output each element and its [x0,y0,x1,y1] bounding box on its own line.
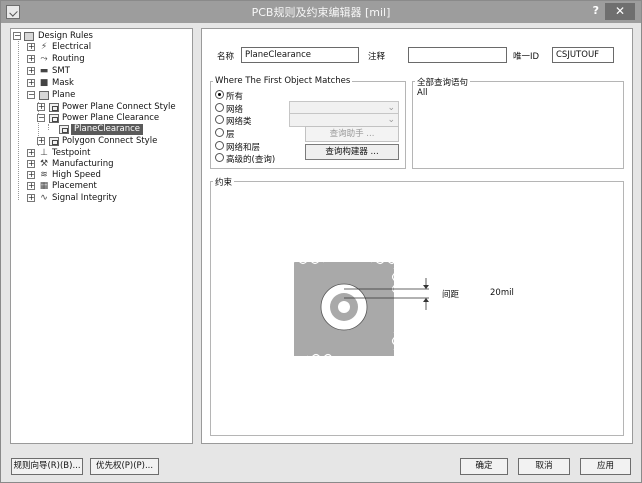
unique-id-label: 唯一ID [513,52,540,62]
plane-icon [39,91,49,100]
tree-item-label: Placement [52,181,97,191]
full-query-title: 全部查询语句 [415,76,471,88]
manufacturing-icon: ⚒ [39,159,49,169]
collapse-icon[interactable]: − [13,32,21,40]
rule-icon [49,137,59,146]
tree-item-label: Manufacturing [52,159,114,169]
electrical-icon: ⚡ [40,42,48,52]
selected-rule-label: PlaneClearance [71,124,144,135]
rule-icon [49,103,59,112]
match-layer-label: 层 [226,130,235,140]
chevron-down-icon: ⌄ [387,115,395,125]
expand-icon[interactable]: + [27,43,35,51]
signal-integrity-icon: ∿ [40,193,48,203]
tree-item-label: Routing [52,54,85,64]
rule-wizard-button[interactable]: 规则向导(R)(B)... [11,458,83,475]
collapse-icon[interactable]: − [37,114,45,122]
name-field[interactable]: PlaneClearance [241,47,359,63]
query-builder-button[interactable]: 查询构建器 ... [305,144,399,160]
smt-icon: ▬ [39,66,49,76]
match-group: Where The First Object Matches 所有 网络 ⌄ 网… [210,76,406,169]
match-layer-radio[interactable] [215,128,224,137]
match-net-class-label: 网络类 [226,117,252,127]
full-query-text: All [417,88,428,98]
expand-icon[interactable]: + [27,79,35,87]
expand-icon[interactable]: + [37,103,45,111]
tree-item-label: High Speed [52,170,101,180]
net-class-select[interactable]: ⌄ [289,113,399,127]
mask-icon: ■ [39,78,49,88]
collapse-icon[interactable]: − [27,91,35,99]
clearance-label: 间距 [442,290,460,300]
full-query-group: 全部查询语句 All [412,76,624,169]
expand-icon[interactable]: + [37,137,45,145]
arrowhead-up-icon [423,298,429,302]
tree-item-label: Mask [52,78,74,88]
high-speed-icon: ≋ [40,170,48,180]
title-bar: PCB规则及约束编辑器 [mil] ? ✕ [1,1,641,23]
tree-item-label: Electrical [52,42,92,52]
tree-item-label: Polygon Connect Style [62,136,158,146]
folder-icon [24,32,34,41]
tree-item-label: Testpoint [52,148,91,158]
expand-icon[interactable]: + [27,194,35,202]
priority-button[interactable]: 优先权(P)(P)... [90,458,159,475]
cancel-button[interactable]: 取消 [518,458,570,475]
expand-icon[interactable]: + [27,182,35,190]
chevron-down-icon: ⌄ [387,103,395,113]
tree-item-label: Power Plane Connect Style [62,102,176,112]
expand-icon[interactable]: + [27,160,35,168]
via-hole [338,301,350,313]
close-button[interactable]: ✕ [605,3,635,20]
plane-clearance-diagram [293,259,429,359]
match-net-and-layer-label: 网络和层 [226,143,261,153]
placement-icon: ▦ [39,181,49,191]
tree-root-label: Design Rules [38,31,93,41]
match-net-label: 网络 [226,105,244,115]
clearance-value[interactable]: 20mil [490,288,514,298]
apply-button[interactable]: 应用 [580,458,631,475]
comment-label: 注释 [368,52,386,62]
rule-icon [59,125,69,134]
testpoint-icon: ⊥ [40,148,48,158]
rule-detail-panel: 名称 PlaneClearance 注释 唯一ID CSJUTOUF Where… [201,28,633,444]
query-helper-button[interactable]: 查询助手 ... [305,126,399,142]
match-net-radio[interactable] [215,103,224,112]
unique-id-field[interactable]: CSJUTOUF [552,47,614,63]
rule-icon [49,114,59,123]
match-net-class-radio[interactable] [215,115,224,124]
arrowhead-down-icon [423,285,429,289]
expand-icon[interactable]: + [27,171,35,179]
rule-tree: − Design Rules + ⚡ Electrical + ⤳ Routin… [10,28,193,444]
expand-icon[interactable]: + [27,55,35,63]
window-title: PCB规则及约束编辑器 [mil] [251,6,391,19]
tree-item-label: Signal Integrity [52,193,117,203]
match-net-and-layer-radio[interactable] [215,141,224,150]
tree-item-label: Power Plane Clearance [62,113,160,123]
tree-item-label: SMT [52,66,70,76]
match-all-radio[interactable] [215,90,224,99]
tree-item-label: Plane [52,90,76,100]
rule-editor-window: PCB规则及约束编辑器 [mil] ? ✕ − Design Rules + ⚡… [0,0,642,483]
ok-button[interactable]: 确定 [460,458,508,475]
routing-icon: ⤳ [40,54,48,64]
match-all-label: 所有 [226,92,244,102]
help-button[interactable]: ? [593,4,599,17]
match-group-title: Where The First Object Matches [213,76,353,86]
match-advanced-label: 高级的(查询) [226,155,276,165]
expand-icon[interactable]: + [27,149,35,157]
constraints-group: 约束 间距 20mil [210,176,624,436]
name-label: 名称 [217,52,235,62]
match-advanced-radio[interactable] [215,153,224,162]
expand-icon[interactable]: + [27,67,35,75]
comment-field[interactable] [408,47,507,63]
